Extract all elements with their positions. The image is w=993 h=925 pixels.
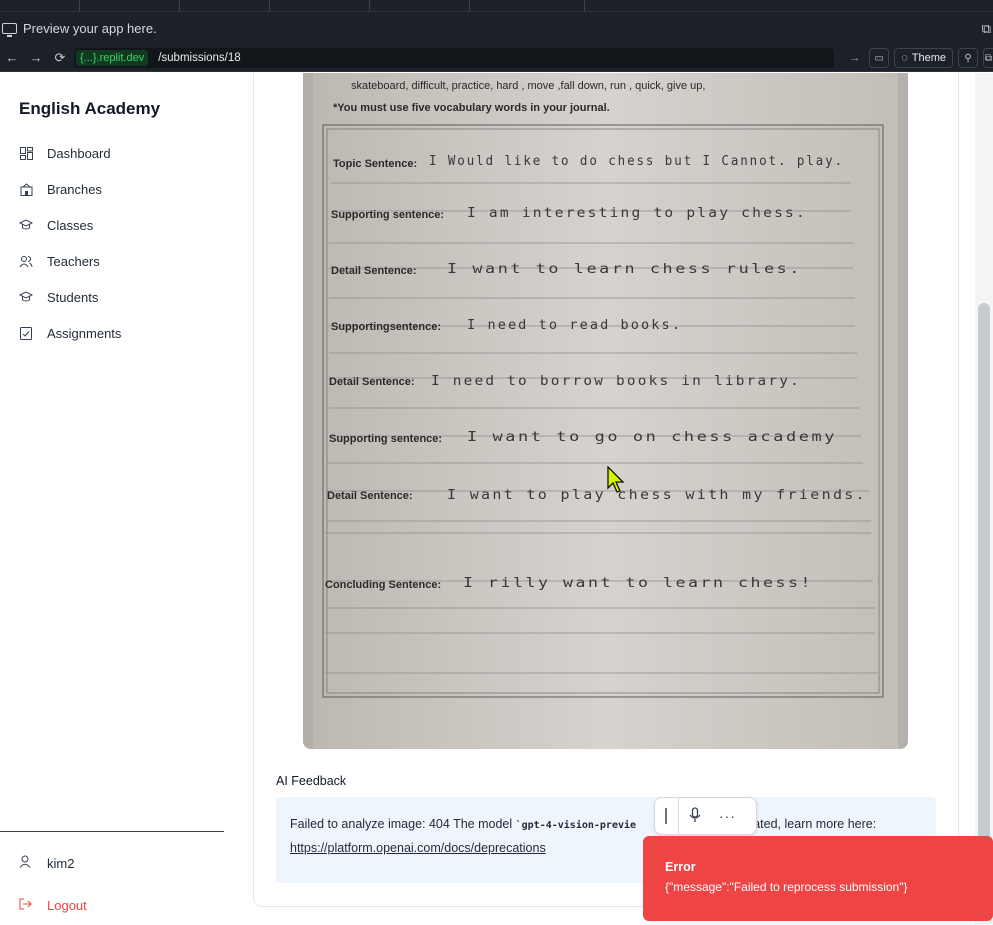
user-icon	[19, 855, 33, 871]
clipboard-check-icon	[19, 326, 33, 340]
sidebar-item-dashboard[interactable]: Dashboard	[0, 135, 224, 171]
users-icon	[19, 254, 33, 268]
sidebar-item-label: Teachers	[47, 253, 100, 269]
sidebar-divider	[0, 831, 224, 832]
microphone-icon[interactable]	[689, 806, 701, 826]
sidebar-item-label: Classes	[47, 217, 94, 233]
logout-button[interactable]: Logout	[19, 898, 87, 913]
worksheet-line-label: Supporting sentence:	[331, 209, 444, 221]
wrench-icon[interactable]: ⚲	[958, 48, 978, 68]
worksheet-line-answer: I Would like to do chess but I Cannot. p…	[429, 154, 844, 169]
error-toast[interactable]: Error {"message":"Failed to reprocess su…	[643, 836, 993, 921]
preview-label: Preview your app here.	[23, 20, 157, 36]
theme-button[interactable]: ◌ Theme	[894, 48, 953, 68]
browser-tab[interactable]	[470, 0, 585, 11]
theme-label: Theme	[911, 52, 946, 64]
feedback-text: Failed to analyze image: 404 The model	[290, 817, 516, 831]
worksheet-instruction: *You must use five vocabulary words in y…	[333, 102, 610, 114]
sidebar-nav: Dashboard Branches Classes Teachers Stud…	[0, 135, 224, 351]
more-options-icon[interactable]: ···	[719, 808, 736, 824]
mouse-cursor-icon	[607, 466, 625, 493]
sidebar-item-label: Branches	[47, 181, 102, 197]
toast-title: Error	[665, 860, 696, 874]
back-arrow-icon[interactable]: ←	[0, 50, 24, 65]
open-external-icon[interactable]: ⧉	[982, 21, 991, 37]
worksheet-line-label: Detail Sentence:	[329, 376, 415, 388]
worksheet-line-answer: I rilly want to learn chess!	[463, 576, 813, 591]
sidebar: English Academy Dashboard Branches Class…	[0, 73, 224, 925]
worksheet-line-label: Supporting sentence:	[329, 433, 442, 445]
logout-icon	[19, 898, 33, 913]
drag-handle[interactable]	[665, 808, 667, 824]
worksheet-line-label: Topic Sentence:	[333, 158, 417, 170]
monitor-icon	[2, 22, 17, 37]
browser-tab[interactable]	[180, 0, 270, 11]
worksheet-line-label: Detail Sentence:	[327, 490, 413, 502]
logout-label: Logout	[47, 898, 87, 913]
browser-tab-strip	[0, 0, 993, 12]
sidebar-item-label: Assignments	[47, 325, 122, 341]
user-name: kim2	[47, 855, 75, 871]
graduation-cap-icon	[19, 290, 33, 304]
brand-title: English Academy	[19, 99, 161, 118]
sidebar-item-assignments[interactable]: Assignments	[0, 315, 224, 351]
url-input[interactable]: {...}.replit.dev /submissions/18	[74, 47, 834, 68]
worksheet-word-bank: skateboard, difficult, practice, hard , …	[351, 80, 705, 92]
worksheet-line-answer: I need to borrow books in library.	[431, 374, 801, 389]
browser-tab[interactable]	[0, 0, 80, 11]
scrollbar-thumb[interactable]	[978, 303, 990, 913]
go-arrow-icon[interactable]: →	[849, 52, 860, 64]
browser-tab[interactable]	[270, 0, 370, 11]
toast-message: {"message":"Failed to reprocess submissi…	[665, 880, 908, 894]
forward-arrow-icon[interactable]: →	[24, 50, 48, 65]
worksheet-line-label: Supportingsentence:	[331, 321, 441, 333]
feedback-model-code: `gpt-4-vision-previe	[515, 820, 637, 831]
worksheet-line-answer: I want to go on chess academy	[467, 430, 837, 445]
dashboard-icon	[19, 146, 33, 160]
sidebar-item-teachers[interactable]: Teachers	[0, 243, 224, 279]
sidebar-item-label: Dashboard	[47, 145, 111, 161]
browser-tab[interactable]	[370, 0, 470, 11]
host-chip[interactable]: {...}.replit.dev	[76, 49, 149, 66]
feedback-text-end: ecated, learn more here:	[740, 817, 877, 831]
graduation-cap-icon	[19, 218, 33, 232]
sidebar-item-classes[interactable]: Classes	[0, 207, 224, 243]
worksheet-line-answer: I want to play chess with my friends.	[447, 488, 867, 503]
sidebar-item-label: Students	[47, 289, 99, 305]
ai-feedback-title: AI Feedback	[276, 774, 347, 788]
url-bar: ← → ⟳ {...}.replit.dev /submissions/18 →…	[0, 44, 993, 72]
scrollbar[interactable]	[975, 73, 993, 925]
user-profile[interactable]: kim2	[19, 855, 74, 871]
floating-toolbar: ···	[654, 797, 757, 835]
url-path[interactable]: /submissions/18	[158, 52, 240, 64]
toolbar-divider	[678, 798, 679, 834]
worksheet-line-label: Concluding Sentence:	[325, 579, 441, 591]
browser-tab[interactable]	[80, 0, 180, 11]
submission-image: skateboard, difficult, practice, hard , …	[303, 73, 908, 749]
building-icon	[19, 182, 33, 196]
url-actions: → ▭ ◌ Theme ⚲ ⧉	[849, 48, 993, 68]
worksheet-line-answer: I want to learn chess rules.	[447, 262, 802, 277]
worksheet-line-answer: I need to read books.	[467, 318, 682, 333]
sidebar-item-students[interactable]: Students	[0, 279, 224, 315]
deprecations-link[interactable]: https://platform.openai.com/docs/depreca…	[290, 841, 546, 855]
devices-icon[interactable]: ▭	[869, 48, 890, 68]
new-tab-icon[interactable]: ⧉	[983, 48, 993, 68]
worksheet-line-label: Detail Sentence:	[331, 265, 417, 277]
sidebar-item-branches[interactable]: Branches	[0, 171, 224, 207]
reload-icon[interactable]: ⟳	[48, 50, 72, 66]
palette-icon: ◌	[901, 52, 908, 64]
worksheet-line-answer: I am interesting to play chess.	[467, 206, 807, 221]
preview-bar: Preview your app here. ⧉	[0, 12, 993, 44]
